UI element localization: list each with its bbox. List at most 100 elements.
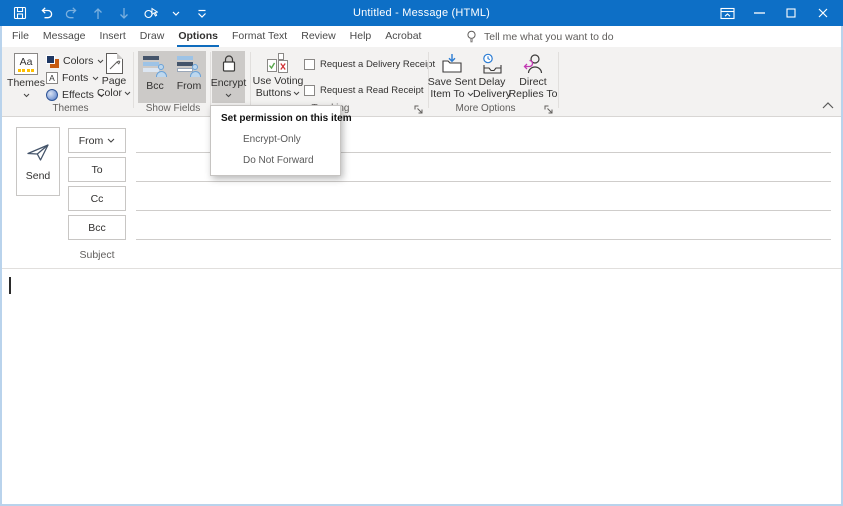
delivery-receipt-checkbox-row[interactable]: Request a Delivery Receipt [304,59,435,70]
ribbon-group-themes: Aa Themes Colors A Fonts Effects Page Co… [7,51,133,115]
tracking-dialog-launcher[interactable] [413,104,424,115]
tab-review[interactable]: Review [294,26,342,47]
save-sent-label-1: Save Sent [427,76,477,88]
collapse-ribbon-button[interactable] [822,102,834,109]
themes-button[interactable]: Aa Themes [7,51,45,103]
save-sent-item-button[interactable]: Save Sent Item To [427,51,477,103]
direct-replies-label-1: Direct [519,76,547,88]
ribbon-group-show-fields: Bcc From Show Fields [138,51,208,115]
effects-icon [46,89,58,101]
send-button[interactable]: Send [16,127,60,196]
save-sent-icon [442,54,462,73]
delay-delivery-icon [483,53,502,74]
use-voting-label-2: Buttons [255,86,292,99]
tab-format-text[interactable]: Format Text [225,26,294,47]
more-options-dialog-launcher[interactable] [543,104,554,115]
fonts-button[interactable]: A Fonts [46,70,99,86]
tab-file[interactable]: File [5,26,36,47]
send-label: Send [25,169,51,182]
effects-label: Effects [62,89,94,101]
direct-replies-label-2: Replies To [508,87,558,100]
tell-me-button[interactable]: Tell me what you want to do [466,26,614,47]
themes-aa-glyph: Aa [19,55,33,68]
bcc-button[interactable]: Bcc [68,215,126,240]
delivery-receipt-checkbox[interactable] [304,59,315,70]
ribbon-tab-bar: File Message Insert Draw Options Format … [0,26,843,47]
cc-button[interactable]: Cc [68,186,126,211]
tab-draw[interactable]: Draw [133,26,172,47]
voting-icon [267,53,289,74]
chevron-down-icon [107,138,115,143]
bcc-icon [143,55,167,77]
message-window: Untitled - Message (HTML) File Message I… [0,0,843,506]
colors-icon [46,54,59,68]
to-button[interactable]: To [68,157,126,182]
message-body[interactable] [0,269,843,506]
direct-replies-icon [523,54,543,74]
window-border-left [0,26,2,506]
page-color-button[interactable]: Page Color [95,51,133,103]
window-controls [711,0,839,26]
save-sent-label-2: Item To [430,87,465,100]
titlebar: Untitled - Message (HTML) [0,0,843,26]
cc-button-label: Cc [90,192,104,205]
from-icon [177,55,201,77]
ribbon-display-options-button[interactable] [711,0,743,26]
tab-insert[interactable]: Insert [93,26,133,47]
use-voting-buttons-button[interactable]: Use Voting Buttons [253,51,303,103]
chevron-down-icon [293,91,300,95]
page-color-icon [105,53,123,74]
chevron-down-icon [225,93,232,97]
subject-label: Subject [79,249,115,261]
read-receipt-checkbox[interactable] [304,85,315,96]
menu-item-encrypt-only[interactable]: Encrypt-Only [211,129,340,150]
bcc-button-label: Bcc [88,221,106,234]
from-toggle-label: From [176,80,202,92]
delay-delivery-label-1: Delay [478,76,506,88]
paper-plane-icon [27,143,49,161]
encrypt-button[interactable]: Encrypt [211,51,246,103]
minimize-button[interactable] [743,0,775,26]
page-color-label-2: Color [96,86,123,99]
chevron-down-icon [124,91,131,95]
close-button[interactable] [807,0,839,26]
from-button[interactable]: From [68,128,126,153]
tab-acrobat[interactable]: Acrobat [378,26,428,47]
compose-header: Send From To Cc Bcc Subject [0,118,843,269]
tab-options[interactable]: Options [171,26,225,47]
encrypt-dropdown-menu: Set permission on this item Encrypt-Only… [210,105,352,176]
bcc-toggle-label: Bcc [146,80,164,92]
delivery-receipt-label: Request a Delivery Receipt [320,59,436,70]
themes-group-label: Themes [52,103,89,114]
bcc-input[interactable] [136,215,831,240]
encrypt-menu-header: Set permission on this item [221,113,352,124]
themes-label: Themes [7,77,45,89]
bcc-toggle-button[interactable]: Bcc [138,51,172,103]
more-options-group-label: More Options [455,103,516,114]
to-button-label: To [91,163,103,176]
page-color-label-1: Page [101,75,127,87]
fonts-label: Fonts [62,72,89,84]
subject-input[interactable] [136,244,831,268]
tell-me-label: Tell me what you want to do [484,30,614,43]
menu-item-do-not-forward[interactable]: Do Not Forward [211,150,340,171]
chevron-down-icon [23,93,29,97]
fonts-icon: A [46,72,58,84]
from-toggle-button[interactable]: From [172,51,206,103]
read-receipt-label: Request a Read Receipt [320,85,424,96]
tab-help[interactable]: Help [343,26,379,47]
cc-input[interactable] [136,186,831,211]
delay-delivery-label-2: Delivery [473,87,511,100]
colors-label: Colors [63,55,94,67]
lock-icon [222,55,235,72]
ribbon-group-more-options: Save Sent Item To Delay Delivery Direct … [427,51,558,115]
text-caret [9,277,11,294]
tab-message[interactable]: Message [36,26,93,47]
from-button-label: From [78,134,104,147]
delay-delivery-button[interactable]: Delay Delivery [473,51,511,103]
direct-replies-button[interactable]: Direct Replies To [508,51,558,103]
read-receipt-checkbox-row[interactable]: Request a Read Receipt [304,85,424,96]
ribbon: Aa Themes Colors A Fonts Effects Page Co… [0,47,843,117]
lightbulb-icon [467,30,476,42]
maximize-button[interactable] [775,0,807,26]
